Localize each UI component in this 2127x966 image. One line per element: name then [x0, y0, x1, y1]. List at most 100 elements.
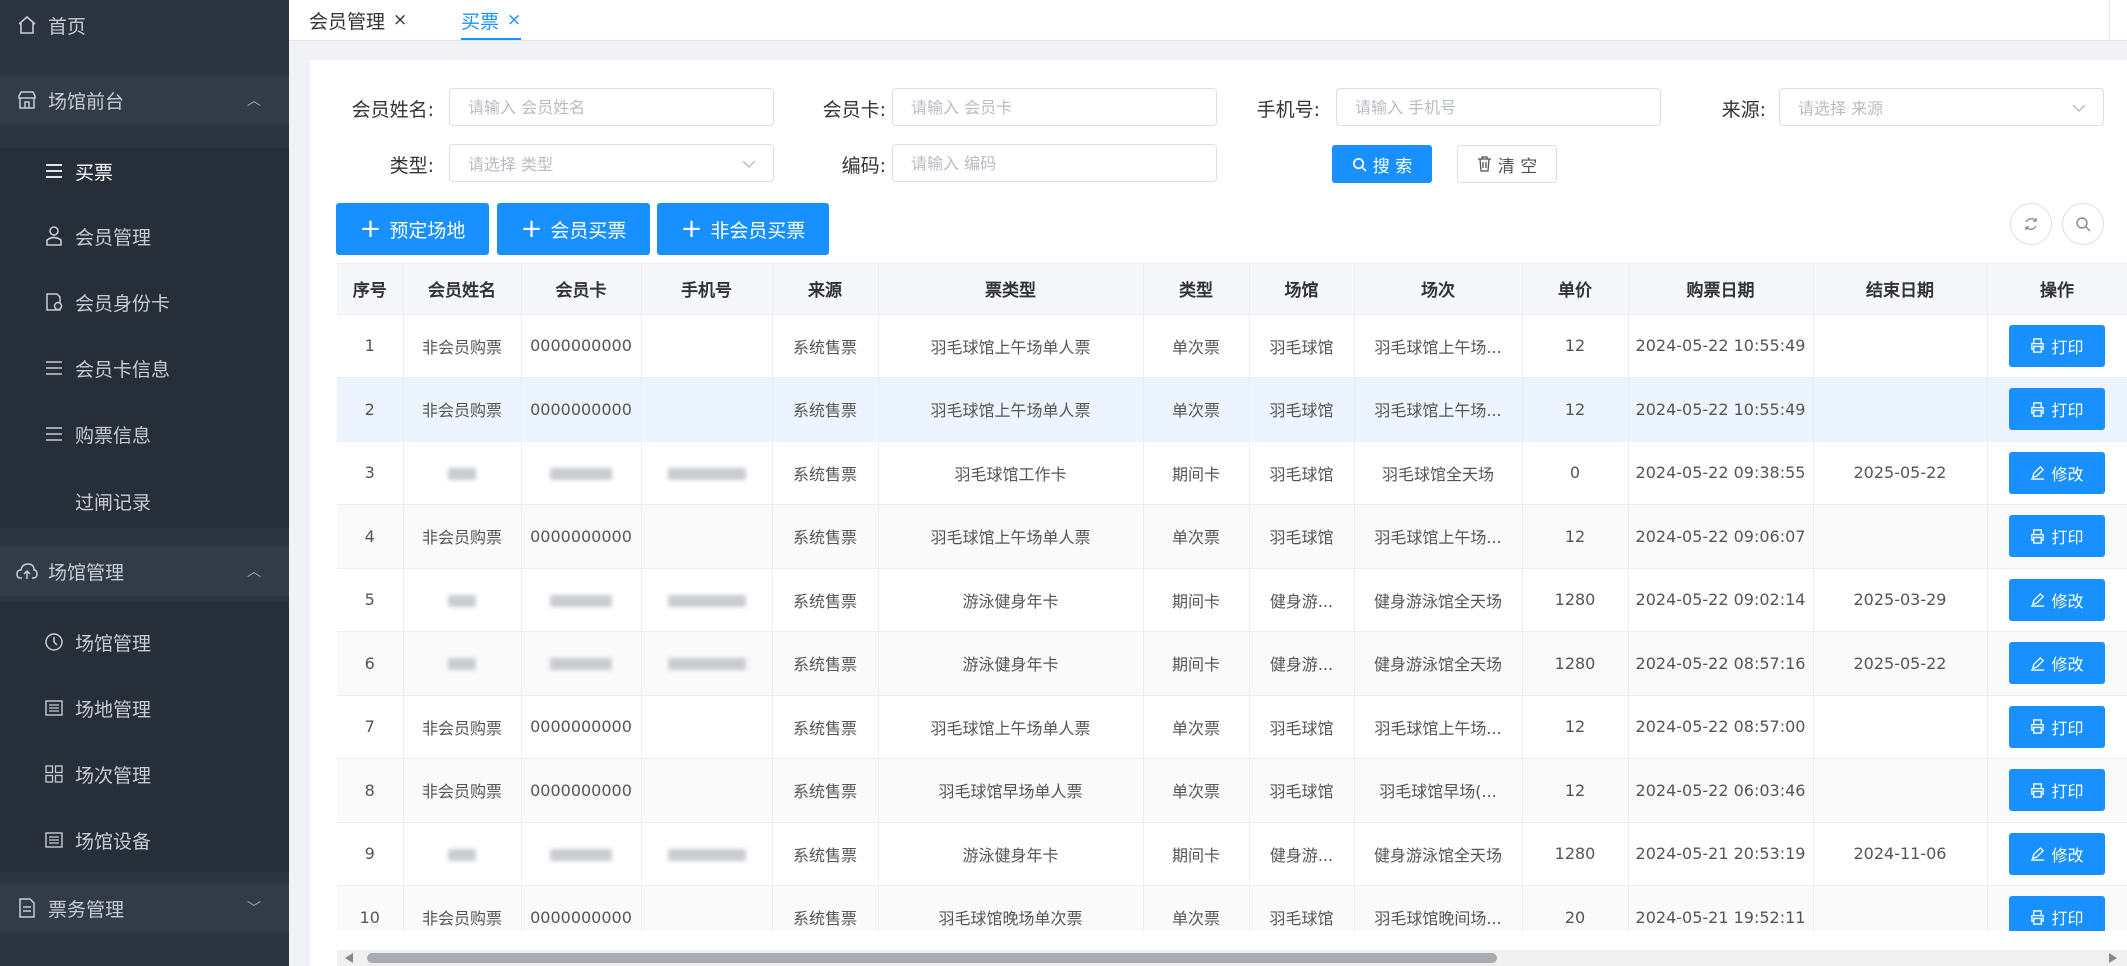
edit-icon [2031, 593, 2045, 607]
cell-buy-date: 2024-05-22 10:55:49 [1628, 314, 1814, 378]
horizontal-scrollbar[interactable] [337, 950, 2127, 966]
table-row[interactable]: 10 非会员购票 0000000000 系统售票 羽毛球馆晚场单次票 单次票 羽毛球馆 羽毛球… [337, 885, 2127, 931]
phone-input[interactable] [1336, 88, 1661, 126]
table-row[interactable]: 5 系统售票 游泳健身年卡 期间卡 健身游... 健身游泳馆全天场 1280 2024-05-… [337, 568, 2127, 632]
print-button[interactable]: 打印 [2009, 769, 2105, 812]
cell-member-name: 非会员购票 [403, 504, 522, 569]
sidebar-item-member-id-card[interactable]: 会员身份卡 [0, 277, 289, 327]
cell-no: 10 [337, 885, 404, 931]
member-ticket-button[interactable]: + 会员买票 [497, 203, 650, 255]
sidebar-item-label: 票务管理 [48, 898, 125, 921]
cell-venue: 健身游... [1249, 568, 1355, 632]
col-header-end-date: 结束日期 [1813, 264, 1988, 315]
scroll-left-icon[interactable] [345, 953, 353, 963]
sidebar-group-ticketing[interactable]: 票务管理 ﹀ [0, 883, 289, 933]
cell-buy-date: 2024-05-22 10:55:49 [1628, 377, 1814, 442]
close-icon[interactable]: × [507, 10, 521, 30]
cell-member-name [403, 568, 522, 632]
edit-button[interactable]: 修改 [2009, 578, 2105, 621]
print-button[interactable]: 打印 [2009, 896, 2105, 931]
cell-buy-date: 2024-05-22 09:06:07 [1628, 504, 1814, 569]
cell-session: 健身游泳馆全天场 [1354, 822, 1523, 886]
tab-bar: 会员管理 × 买票 × [289, 0, 2127, 41]
col-header-price: 单价 [1522, 264, 1629, 315]
col-header-phone: 手机号 [641, 264, 773, 315]
sidebar-item-session-management[interactable]: 场次管理 [0, 749, 289, 799]
search-button-label: 搜 索 [1372, 156, 1413, 177]
table-row[interactable]: 2 非会员购票 0000000000 系统售票 羽毛球馆上午场单人票 单次票 羽毛球馆 羽毛球… [337, 377, 2127, 442]
source-select[interactable]: 请选择 来源 [1779, 88, 2104, 126]
cell-phone [641, 631, 773, 696]
sidebar-item-member-card-info[interactable]: 会员卡信息 [0, 343, 289, 393]
member-name-input[interactable] [449, 88, 774, 126]
table-row[interactable]: 1 非会员购票 0000000000 系统售票 羽毛球馆上午场单人票 单次票 羽毛球馆 羽毛球… [337, 314, 2127, 378]
sidebar-group-frontdesk[interactable]: 场馆前台 ︿ [0, 75, 289, 125]
main-card: 会员姓名: 会员卡: 手机号: 来源: 请选择 来源 类型: 请选择 类型 编码… [310, 60, 2127, 966]
edit-button[interactable]: 修改 [2009, 832, 2105, 875]
sidebar-item-buy-ticket[interactable]: 买票 [0, 146, 289, 196]
tab-buy-ticket[interactable]: 买票 × [461, 0, 522, 40]
cell-source: 系统售票 [772, 314, 879, 378]
cell-type: 单次票 [1143, 377, 1250, 442]
table-row[interactable]: 7 非会员购票 0000000000 系统售票 羽毛球馆上午场单人票 单次票 羽毛球馆 羽毛球… [337, 695, 2127, 759]
close-icon[interactable]: × [393, 10, 407, 30]
sidebar-item-ticket-info[interactable]: 购票信息 [0, 409, 289, 459]
sidebar-item-member-management[interactable]: 会员管理 [0, 211, 289, 261]
cell-phone [641, 885, 773, 931]
print-button[interactable]: 打印 [2009, 515, 2105, 558]
redacted-text [448, 594, 476, 607]
print-button[interactable]: 打印 [2009, 324, 2105, 367]
print-button[interactable]: 打印 [2009, 705, 2105, 748]
code-input[interactable] [892, 144, 1217, 182]
refresh-button[interactable] [2010, 203, 2052, 245]
col-header-buy-date: 购票日期 [1628, 264, 1814, 315]
table-row[interactable]: 3 系统售票 羽毛球馆工作卡 期间卡 羽毛球馆 羽毛球馆全天场 0 2024-05-22 09… [337, 441, 2127, 505]
cell-type: 单次票 [1143, 885, 1250, 931]
redacted-text [550, 467, 612, 480]
sidebar-item-venue-management[interactable]: 场馆管理 [0, 617, 289, 667]
table-row[interactable]: 4 非会员购票 0000000000 系统售票 羽毛球馆上午场单人票 单次票 羽毛球馆 羽毛球… [337, 504, 2127, 569]
member-ticket-label: 会员买票 [550, 219, 627, 242]
table-row[interactable]: 9 系统售票 游泳健身年卡 期间卡 健身游... 健身游泳馆全天场 1280 2024-05-… [337, 822, 2127, 886]
cell-source: 系统售票 [772, 377, 879, 442]
ticket-table: 序号 会员姓名 会员卡 手机号 来源 票类型 类型 场馆 场次 单价 购票日期 … [337, 263, 2127, 931]
sidebar-item-home[interactable]: 首页 [0, 0, 289, 50]
cell-actions: 打印 [1987, 885, 2127, 931]
sidebar-item-venue-equipment[interactable]: 场馆设备 [0, 815, 289, 865]
cell-phone [641, 695, 773, 759]
table-row[interactable]: 6 系统售票 游泳健身年卡 期间卡 健身游... 健身游泳馆全天场 1280 2024-05-… [337, 631, 2127, 696]
tab-member-management[interactable]: 会员管理 × [309, 0, 407, 40]
cell-source: 系统售票 [772, 695, 879, 759]
cell-price: 1280 [1522, 822, 1629, 886]
type-select[interactable]: 请选择 类型 [449, 144, 774, 182]
edit-button[interactable]: 修改 [2009, 642, 2105, 685]
action-label: 打印 [2051, 337, 2084, 357]
nonmember-ticket-button[interactable]: + 非会员买票 [657, 203, 829, 255]
toggle-search-button[interactable] [2062, 203, 2104, 245]
search-button[interactable]: 搜 索 [1332, 145, 1432, 183]
cell-member-card: 0000000000 [521, 377, 642, 442]
member-card-input[interactable] [892, 88, 1217, 126]
chevron-down-icon: ﹀ [247, 901, 261, 917]
print-button[interactable]: 打印 [2009, 388, 2105, 431]
menu-icon [43, 357, 65, 379]
tabs-scroll-button[interactable] [2109, 0, 2127, 40]
scroll-right-icon[interactable] [2109, 953, 2117, 963]
book-venue-button[interactable]: + 预定场地 [336, 203, 489, 255]
edit-button[interactable]: 修改 [2009, 451, 2105, 494]
sidebar-item-label: 场地管理 [75, 698, 152, 721]
action-label: 修改 [2051, 655, 2084, 675]
sidebar-item-gate-records[interactable]: 过闸记录 [0, 476, 289, 526]
cell-member-card: 0000000000 [521, 885, 642, 931]
sidebar-group-venue[interactable]: 场馆管理 ︿ [0, 546, 289, 596]
search-icon [1352, 157, 1367, 172]
sidebar-item-court-management[interactable]: 场地管理 [0, 683, 289, 733]
member-card-label: 会员卡: [822, 99, 886, 121]
scrollbar-thumb[interactable] [367, 953, 1497, 963]
menu-icon [43, 423, 65, 445]
search-icon [2076, 217, 2091, 232]
clear-button[interactable]: 清 空 [1457, 145, 1557, 183]
cell-ticket-type: 羽毛球馆上午场单人票 [878, 695, 1144, 759]
cell-end-date [1813, 504, 1988, 569]
table-row[interactable]: 8 非会员购票 0000000000 系统售票 羽毛球馆早场单人票 单次票 羽毛球馆 羽毛球馆… [337, 758, 2127, 823]
